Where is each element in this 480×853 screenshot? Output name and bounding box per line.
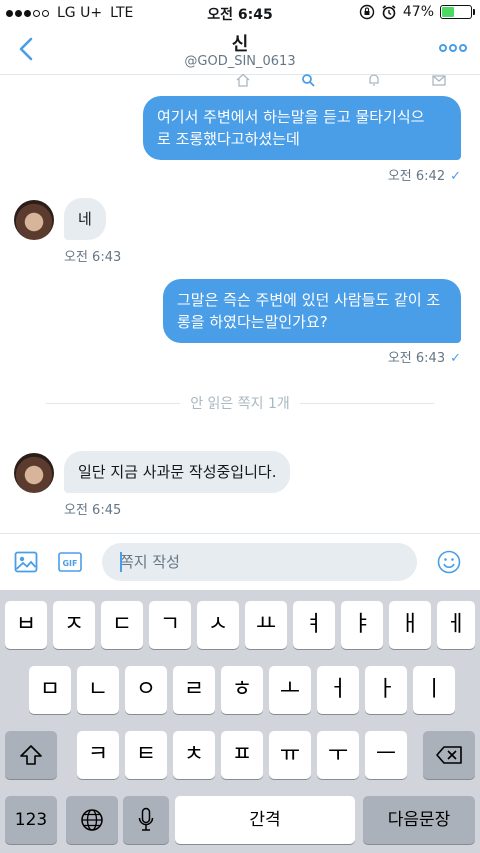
add-photo-icon[interactable] (14, 551, 38, 573)
globe-key[interactable] (66, 796, 118, 844)
key[interactable]: ㄱ (149, 601, 191, 649)
rotation-lock-icon (359, 4, 375, 20)
key[interactable]: ㅗ (269, 666, 311, 714)
microphone-icon (138, 807, 154, 831)
message-time: 오전 6:43 (64, 250, 122, 265)
message-text-line: 로 조롱했다고하셨는데 (157, 130, 300, 148)
sender-avatar[interactable] (14, 200, 54, 240)
key[interactable]: ㅡ (365, 731, 407, 779)
return-key[interactable]: 다음문장 (363, 796, 475, 844)
notifications-icon[interactable] (367, 73, 381, 87)
conversation-handle[interactable]: @GOD_SIN_0613 (0, 54, 480, 69)
message-text-line: 여기서 주변에서 하는말을 듣고 물타기식으 (157, 108, 425, 126)
outgoing-message[interactable]: 여기서 주변에서 하는말을 듣고 물타기식으 로 조롱했다고하셨는데 (143, 96, 461, 160)
key[interactable]: ㅑ (341, 601, 383, 649)
key[interactable]: ㅓ (317, 666, 359, 714)
key[interactable]: ㅍ (221, 731, 263, 779)
messages-icon[interactable] (432, 73, 446, 87)
key[interactable]: ㅠ (269, 731, 311, 779)
dictation-key[interactable] (123, 796, 169, 844)
delete-key[interactable] (423, 731, 475, 779)
key[interactable]: ㅕ (293, 601, 335, 649)
message-text-line: 네 (78, 210, 92, 228)
key[interactable]: ㅜ (317, 731, 359, 779)
unread-divider-label: 안 읽은 쪽지 1개 (180, 393, 300, 413)
key[interactable]: ㅛ (245, 601, 287, 649)
backspace-icon (436, 746, 462, 764)
message-time-text: 오전 6:42 (387, 169, 446, 184)
key[interactable]: ㅎ (221, 666, 263, 714)
key[interactable]: ㅏ (365, 666, 407, 714)
space-key[interactable]: 간격 (175, 796, 355, 844)
key[interactable]: ㅊ (173, 731, 215, 779)
key[interactable]: ㅅ (197, 601, 239, 649)
incoming-message[interactable]: 일단 지금 사과문 작성중입니다. (64, 451, 291, 493)
more-options-icon[interactable] (438, 40, 468, 56)
message-time: 오전 6:45 (64, 503, 122, 518)
status-bar: LG U+ LTE 오전 6:45 47% (0, 0, 480, 26)
key[interactable]: ㄷ (101, 601, 143, 649)
key[interactable]: ㅁ (29, 666, 71, 714)
message-time-text: 오전 6:43 (387, 351, 446, 366)
message-text-line: 그말은 즉슨 주변에 있던 사람들도 같이 조 (177, 291, 441, 309)
search-icon[interactable] (301, 73, 315, 87)
key[interactable]: ㄴ (77, 666, 119, 714)
key[interactable]: ㅇ (125, 666, 167, 714)
shift-icon (20, 745, 42, 765)
home-icon[interactable] (236, 73, 250, 87)
conversation-title: 신 (231, 34, 249, 55)
conversation-header: 신 @GOD_SIN_0613 (0, 26, 480, 74)
key[interactable]: ㅣ (413, 666, 455, 714)
incoming-message[interactable]: 네 (64, 198, 106, 240)
message-composer: GIF (0, 533, 480, 591)
korean-keyboard: ㅂ ㅈ ㄷ ㄱ ㅅ ㅛ ㅕ ㅑ ㅐ ㅔ ㅁ ㄴ ㅇ ㄹ ㅎ ㅗ ㅓ ㅏ ㅣ ㅋ … (0, 590, 480, 853)
message-time: 오전 6:42 ✓ (388, 165, 461, 184)
text-caret (120, 552, 122, 572)
hidden-tab-bar (236, 73, 446, 89)
key[interactable]: ㅈ (53, 601, 95, 649)
battery-icon (440, 5, 475, 19)
key[interactable]: ㅌ (125, 731, 167, 779)
globe-icon (81, 809, 103, 831)
sender-avatar[interactable] (14, 453, 54, 493)
key[interactable]: ㄹ (173, 666, 215, 714)
key[interactable]: ㅂ (5, 601, 47, 649)
shift-key[interactable] (5, 731, 57, 779)
status-right: 47% (359, 4, 475, 20)
battery-percent: 47% (402, 4, 434, 20)
message-time: 오전 6:43 ✓ (388, 347, 461, 366)
key[interactable]: ㅐ (389, 601, 431, 649)
key[interactable]: ㅋ (77, 731, 119, 779)
outgoing-message[interactable]: 그말은 즉슨 주변에 있던 사람들도 같이 조 롱을 하였다는말인가요? (163, 279, 461, 343)
message-text-line: 롱을 하였다는말인가요? (177, 313, 328, 331)
message-input[interactable] (102, 543, 417, 581)
emoji-icon[interactable] (437, 550, 461, 574)
read-check-icon: ✓ (450, 169, 461, 184)
gif-label: GIF (62, 559, 77, 568)
numbers-key[interactable]: 123 (5, 796, 57, 844)
alarm-icon (382, 5, 396, 20)
gif-icon[interactable]: GIF (58, 552, 82, 572)
message-text-line: 일단 지금 사과문 작성중입니다. (78, 463, 277, 481)
unread-divider: 안 읽은 쪽지 1개 (46, 393, 434, 413)
key[interactable]: ㅔ (437, 601, 475, 649)
read-check-icon: ✓ (450, 351, 461, 366)
